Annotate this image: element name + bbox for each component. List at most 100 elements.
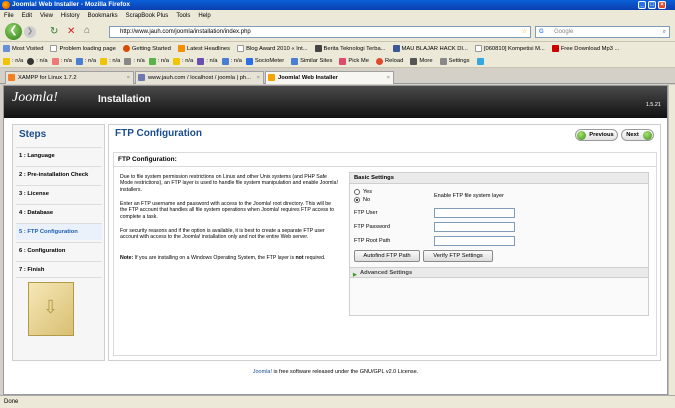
pick-me-button[interactable]: Pick Me — [339, 57, 369, 65]
page-icon — [474, 45, 482, 52]
step-configuration: 6 : Configuration — [16, 242, 102, 259]
joomla-logo: Joomla! — [12, 90, 58, 105]
menu-history[interactable]: History — [61, 13, 80, 19]
bookmark-icon — [3, 45, 10, 52]
previous-button[interactable]: Previous — [575, 129, 618, 141]
steps-title: Steps — [19, 129, 47, 140]
rank-icon — [51, 57, 59, 65]
ftp-enable-yes-radio[interactable] — [354, 189, 360, 195]
forward-button[interactable]: ❯ — [24, 26, 36, 38]
menu-file[interactable]: File — [4, 13, 14, 19]
menu-edit[interactable]: Edit — [22, 13, 32, 19]
settings-button[interactable]: Settings — [439, 57, 470, 65]
maximize-button[interactable]: □ — [648, 1, 656, 9]
bookmark-item[interactable]: Free Download Mp3 ... — [551, 45, 619, 52]
ftp-root-path-input[interactable] — [434, 236, 515, 246]
advanced-settings-toggle[interactable]: ▶ Advanced Settings — [350, 267, 648, 278]
search-box[interactable]: G Google ⌕ — [535, 26, 670, 38]
sociometer-button[interactable]: SocioMeter — [245, 57, 284, 65]
rank-item[interactable]: : n/a — [100, 57, 120, 65]
window-title-bar: Joomla! Web Installer - Mozilla Firefox … — [0, 0, 675, 10]
minimize-button[interactable]: _ — [638, 1, 646, 9]
reload-icon[interactable]: ↻ — [50, 26, 58, 37]
tab-close-icon[interactable]: × — [127, 72, 130, 84]
tab-joomla-installer[interactable]: Joomla! Web Installer × — [265, 71, 394, 84]
bookmark-item[interactable]: Latest Headlines — [177, 45, 230, 52]
rank-icon — [100, 57, 108, 65]
url-bar[interactable]: http://www.jauh.com/joomla/installation/… — [109, 26, 531, 38]
rank-item[interactable]: : n/a — [172, 57, 193, 65]
bookmark-item[interactable]: Getting Started — [122, 45, 171, 52]
rank-item[interactable]: : n/a — [51, 57, 72, 65]
stop-icon[interactable]: ✕ — [67, 26, 75, 37]
right-arrow-icon — [643, 131, 652, 140]
menu-tools[interactable]: Tools — [176, 13, 190, 19]
paragraph: For security reasons and if the option i… — [120, 228, 325, 241]
step-database: 4 : Database — [16, 204, 102, 221]
menu-view[interactable]: View — [40, 13, 53, 19]
rank-icon — [3, 57, 10, 65]
tab-phpmyadmin[interactable]: www.jauh.com / localhost / joomla | ph..… — [135, 71, 264, 84]
tab-close-icon[interactable]: × — [387, 72, 390, 84]
similar-sites-button[interactable]: Similar Sites — [291, 57, 332, 65]
enable-ftp-label: Enable FTP file system layer — [434, 193, 504, 199]
rank-icon — [197, 57, 205, 65]
bookmark-item[interactable]: Problem loading page — [50, 45, 116, 52]
autofind-ftp-path-button[interactable]: Autofind FTP Path — [354, 250, 420, 262]
sociometer-icon — [245, 57, 253, 65]
rank-item[interactable]: : n/a — [124, 57, 145, 65]
bookmark-item[interactable]: [060810] Kompetisi M... — [474, 45, 545, 52]
bookmark-item[interactable]: Most Visited — [3, 45, 43, 52]
ftp-enable-no-radio[interactable] — [354, 197, 360, 203]
rank-item[interactable]: : n/a — [27, 57, 48, 65]
next-button[interactable]: Next — [621, 129, 654, 141]
down-arrow-icon: ⇩ — [43, 297, 59, 317]
rank-item[interactable]: : n/a — [197, 57, 218, 65]
vertical-scrollbar[interactable] — [668, 85, 675, 395]
firefox-icon — [122, 45, 130, 52]
rank-item[interactable]: : n/a — [221, 57, 242, 65]
rank-item[interactable]: : n/a — [75, 57, 96, 65]
menu-scrapbook[interactable]: ScrapBook Plus — [126, 13, 169, 19]
ftp-user-label: FTP User — [354, 210, 378, 216]
url-text: http://www.jauh.com/joomla/installation/… — [120, 29, 251, 35]
bookmark-icon — [392, 45, 400, 52]
search-icon[interactable]: ⌕ — [663, 27, 666, 38]
ftp-password-label: FTP Password — [354, 224, 390, 230]
verify-ftp-settings-button[interactable]: Verify FTP Settings — [423, 250, 493, 262]
bookmark-icon — [314, 45, 322, 52]
home-icon[interactable]: ⌂ — [84, 25, 90, 36]
addon-toolbar: : n/a : n/a : n/a : n/a : n/a : n/a : n/… — [0, 55, 675, 68]
ftp-password-input[interactable] — [434, 222, 515, 232]
more-button[interactable]: More — [410, 57, 433, 65]
tab-xampp[interactable]: XAMPP for Linux 1.7.2 × — [5, 71, 134, 84]
close-button[interactable]: × — [658, 1, 666, 9]
page-title: FTP Configuration — [115, 128, 203, 139]
step-ftp-configuration: 5 : FTP Configuration — [16, 223, 102, 240]
rank-item[interactable]: : n/a — [3, 57, 23, 65]
back-button[interactable]: ❮ — [5, 23, 22, 40]
paragraph: Due to file system permission restrictio… — [120, 174, 338, 193]
page-icon — [237, 45, 245, 52]
joomla-header: Joomla! Installation 1.5.21 — [4, 86, 667, 118]
google-icon: G — [539, 29, 544, 35]
tumblr-button[interactable] — [476, 57, 486, 65]
bookmark-item[interactable]: Berita Teknologi Terba... — [314, 45, 386, 52]
menu-bookmarks[interactable]: Bookmarks — [88, 13, 118, 19]
menu-help[interactable]: Help — [198, 13, 210, 19]
joomla-link[interactable]: Joomla! — [253, 369, 272, 375]
bookmark-star-icon[interactable]: ☆ — [522, 27, 527, 38]
bookmark-item[interactable]: Blog Award 2010 « Int... — [237, 45, 308, 52]
bookmark-item[interactable]: MAU BLAJAR HACK DI... — [392, 45, 468, 52]
bookmarks-toolbar: Most Visited Problem loading page Gettin… — [0, 42, 675, 55]
page-content: Joomla! Installation 1.5.21 Steps 1 : La… — [3, 85, 668, 395]
bookmark-icon — [551, 45, 559, 52]
install-box-icon: ⇩ — [28, 282, 74, 336]
rank-item[interactable]: : n/a — [148, 57, 169, 65]
ftp-user-input[interactable] — [434, 208, 515, 218]
similar-sites-icon — [291, 57, 299, 65]
reload-button[interactable]: Reload — [375, 57, 403, 65]
rank-icon — [172, 57, 180, 65]
tab-close-icon[interactable]: × — [257, 72, 260, 84]
status-bar: Done — [0, 395, 675, 408]
